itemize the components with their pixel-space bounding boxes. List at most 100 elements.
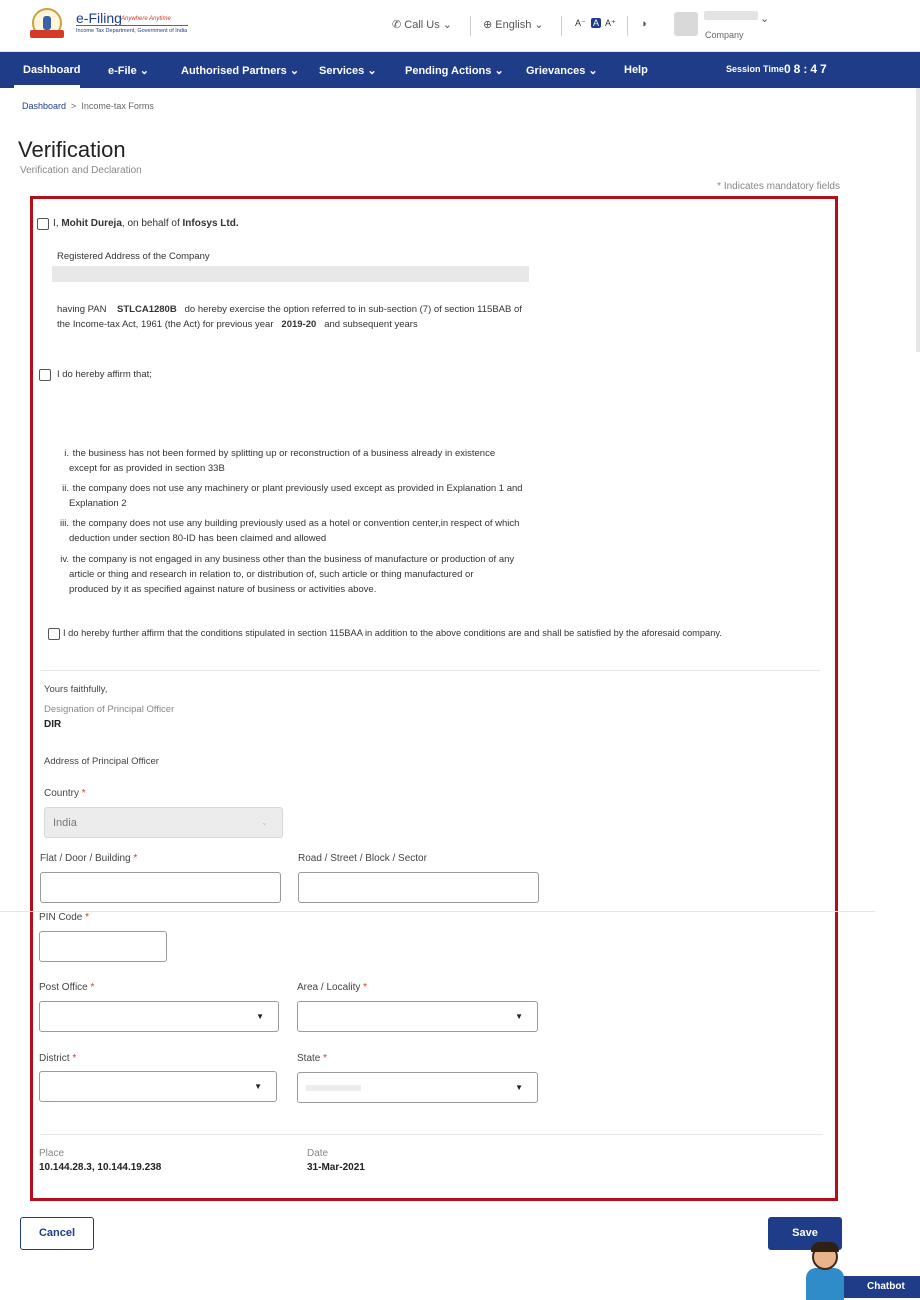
session-time-label: Session Time — [726, 64, 784, 74]
header-divider — [627, 16, 628, 36]
person-name: Mohit Dureja — [61, 218, 122, 229]
affirm-item-1: i. the business has not been formed by s… — [58, 446, 548, 476]
pin-label: PIN Code * — [39, 912, 89, 923]
chevron-down-icon: ⌄ — [139, 65, 150, 77]
chevron-down-icon: ⌄ — [289, 65, 300, 77]
item-number: i. — [64, 448, 69, 459]
chevron-down-icon: ⌄ — [534, 19, 544, 31]
section-divider — [40, 1134, 823, 1135]
caret-down-icon: ▼ — [515, 1012, 523, 1021]
font-normal-button[interactable]: A — [591, 18, 602, 28]
having-pan-text: having PAN — [57, 304, 107, 315]
district-select[interactable]: ▼ — [39, 1071, 277, 1102]
call-us-label: Call Us — [404, 19, 440, 31]
emblem-ribbon — [30, 30, 64, 38]
country-select[interactable]: India ⌄ — [44, 807, 283, 838]
nav-active-indicator — [14, 85, 80, 88]
road-label: Road / Street / Block / Sector — [298, 853, 427, 864]
chatbot-avatar-hair — [811, 1242, 839, 1252]
font-increase-button[interactable]: A⁺ — [605, 18, 616, 29]
avatar[interactable] — [674, 12, 698, 36]
item-text: produced by it as specified against natu… — [69, 584, 377, 595]
chevron-down-icon: ⌄ — [588, 65, 598, 77]
item-number: iii. — [60, 518, 69, 529]
item-text: the company does not use any machinery o… — [72, 483, 523, 494]
place-label: Place — [39, 1148, 65, 1159]
state-label: State * — [297, 1053, 327, 1064]
company-name: Infosys Ltd. — [182, 218, 239, 229]
breadcrumb: Dashboard > Income-tax Forms — [22, 101, 154, 111]
registered-address-redacted — [52, 266, 529, 282]
nav-services-label: Services — [319, 65, 365, 77]
option-text: do hereby exercise the option referred t… — [184, 304, 522, 315]
affirm-item-2: ii. the company does not use any machine… — [58, 481, 548, 511]
affirm-checkbox[interactable] — [39, 369, 51, 381]
item-text: deduction under section 80-ID has been c… — [69, 533, 327, 544]
state-value-redacted — [306, 1085, 361, 1091]
subsequent-years-text: and subsequent years — [324, 319, 418, 330]
chevron-down-icon: ⌄ — [494, 65, 504, 77]
chatbot-button[interactable]: Chatbot — [842, 1276, 920, 1298]
chevron-down-icon[interactable]: ⌄ — [760, 12, 769, 25]
session-time-value: 08:47 — [784, 62, 830, 76]
nav-efile[interactable]: e-File ⌄ — [108, 64, 149, 77]
logo-title[interactable]: e-Filing — [76, 10, 122, 26]
breadcrumb-dashboard[interactable]: Dashboard — [22, 101, 66, 111]
call-us-button[interactable]: ✆ Call Us ⌄ — [392, 18, 452, 31]
caret-down-icon: ▼ — [254, 1082, 262, 1091]
act-text: the Income-tax Act, 1961 (the Act) for p… — [57, 319, 274, 330]
user-name-redacted — [704, 11, 758, 20]
further-affirm-checkbox[interactable] — [48, 628, 60, 640]
area-locality-select[interactable]: ▼ — [297, 1001, 538, 1032]
pan-value: STLCA1280B — [117, 304, 177, 315]
required-mark: * — [133, 853, 138, 864]
pin-label-text: PIN Code — [39, 912, 83, 923]
previous-year-value: 2019-20 — [281, 319, 317, 330]
item-text: the business has not been formed by spli… — [72, 448, 496, 459]
nav-grievances[interactable]: Grievances ⌄ — [526, 64, 598, 77]
item-text: article or thing and research in relatio… — [69, 569, 474, 580]
state-select[interactable]: ▼ — [297, 1072, 538, 1103]
language-selector[interactable]: ⊕ English ⌄ — [483, 18, 544, 31]
flat-door-building-input[interactable] — [40, 872, 281, 903]
item-text: Explanation 2 — [69, 498, 127, 509]
affirm-label: I do hereby affirm that; — [57, 369, 152, 380]
on-behalf-text: , on behalf of — [121, 218, 180, 229]
district-label-text: District — [39, 1053, 70, 1064]
state-label-text: State — [297, 1053, 321, 1064]
yours-faithfully: Yours faithfully, — [44, 684, 108, 695]
nav-authorised-partners-label: Authorised Partners — [181, 65, 287, 77]
item-text: the company is not engaged in any busine… — [72, 554, 515, 565]
logo-subtitle: Income Tax Department, Government of Ind… — [76, 28, 188, 34]
scrollbar[interactable] — [916, 88, 920, 352]
nav-authorised-partners[interactable]: Authorised Partners ⌄ — [181, 64, 299, 77]
address-officer-label: Address of Principal Officer — [44, 756, 159, 767]
top-header: e-Filing Anywhere Anytime Income Tax Dep… — [0, 0, 920, 52]
flat-label: Flat / Door / Building * — [40, 853, 137, 864]
further-affirm-text: I do hereby further affirm that the cond… — [63, 628, 722, 638]
nav-dashboard[interactable]: Dashboard — [23, 64, 80, 76]
cancel-button[interactable]: Cancel — [20, 1217, 94, 1250]
header-divider — [561, 16, 562, 36]
mandatory-note: * Indicates mandatory fields — [717, 181, 840, 192]
place-value: 10.144.28.3, 10.144.19.238 — [39, 1162, 162, 1173]
nav-help[interactable]: Help — [624, 64, 648, 76]
nav-pending-actions[interactable]: Pending Actions ⌄ — [405, 64, 504, 77]
affirm-item-4: iv. the company is not engaged in any bu… — [58, 552, 548, 597]
contrast-toggle-icon[interactable]: ◑ — [640, 18, 647, 30]
affirm-item-3: iii. the company does not use any buildi… — [58, 516, 548, 546]
road-street-input[interactable] — [298, 872, 539, 903]
pin-code-input[interactable] — [39, 931, 167, 962]
post-office-select[interactable]: ▼ — [39, 1001, 279, 1032]
act-year-line: the Income-tax Act, 1961 (the Act) for p… — [57, 317, 418, 332]
verification-form-highlight — [30, 196, 838, 1201]
declaration-checkbox[interactable] — [37, 218, 49, 230]
chatbot-avatar-body[interactable] — [806, 1268, 844, 1300]
item-text: the company does not use any building pr… — [72, 518, 520, 529]
nav-services[interactable]: Services ⌄ — [319, 64, 377, 77]
font-decrease-button[interactable]: A⁻ — [575, 18, 586, 29]
required-mark: * — [72, 1053, 77, 1064]
item-number: iv. — [60, 554, 69, 565]
registered-address-label: Registered Address of the Company — [57, 251, 210, 262]
caret-down-icon: ▼ — [256, 1012, 264, 1021]
